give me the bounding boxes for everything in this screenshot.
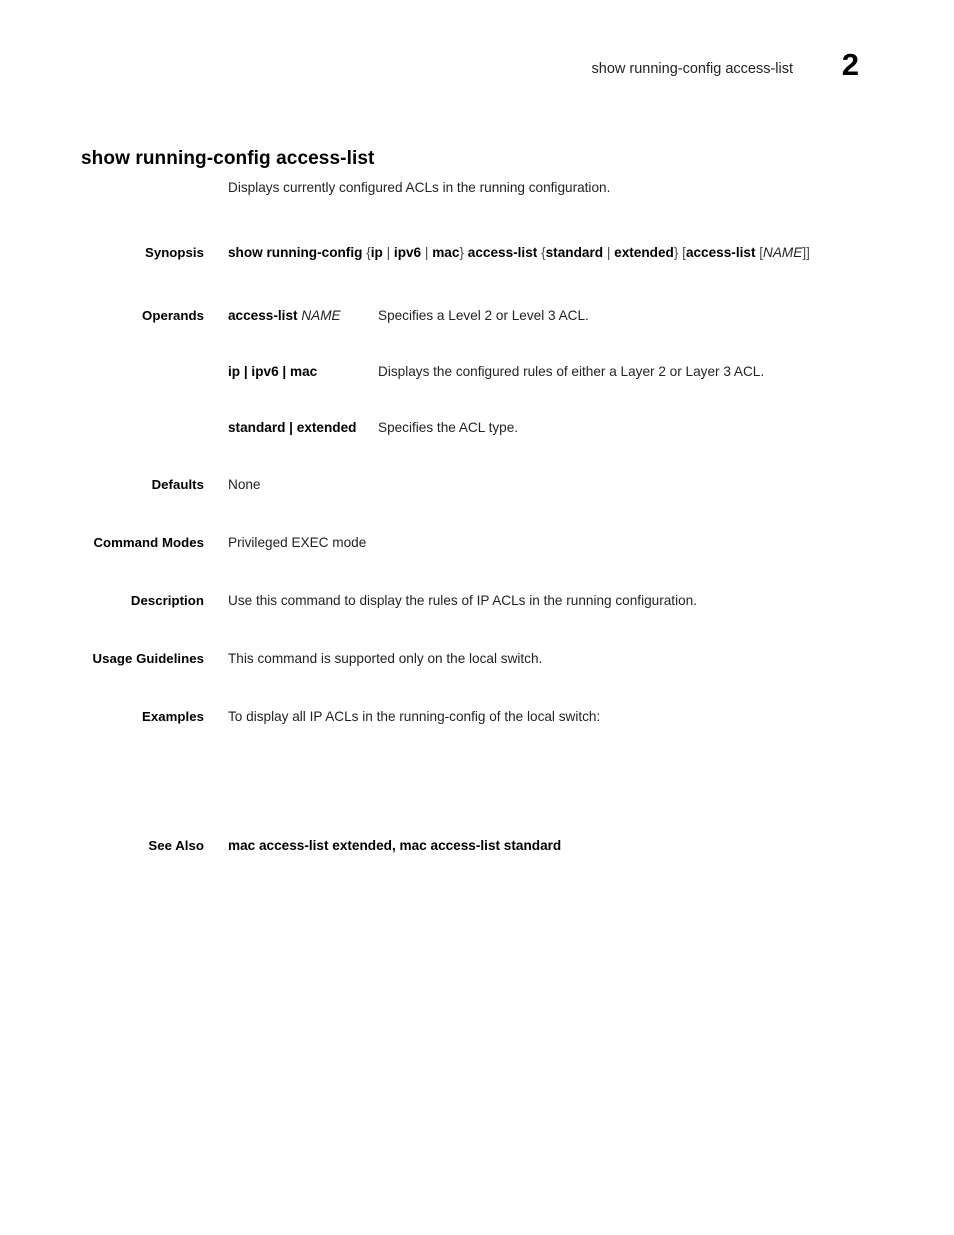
operand-description: Specifies a Level 2 or Level 3 ACL. [378, 308, 589, 323]
operand-term: access-list NAME [228, 306, 341, 325]
see-also-row: See Also mac access-list extended, mac a… [0, 836, 954, 865]
operand-term-variable: NAME [298, 308, 341, 323]
operand-item: access-list NAME Specifies a Level 2 or … [0, 306, 954, 334]
document-page: show running-config access-list 2 show r… [0, 0, 954, 1235]
running-header: show running-config access-list 2 [0, 47, 954, 100]
operand-term-variable-text: NAME [301, 308, 341, 323]
example-output-block [228, 736, 954, 836]
operand-term: ip | ipv6 | mac [228, 364, 318, 379]
command-intro-text: Displays currently configured ACLs in th… [228, 180, 611, 195]
description-value: Use this command to display the rules of… [228, 593, 697, 608]
synopsis-variable-name: NAME [763, 245, 803, 260]
synopsis-keyword-access-list: access-list [467, 245, 538, 260]
page-title: show running-config access-list [81, 147, 375, 169]
operand-description: Displays the configured rules of either … [378, 364, 765, 379]
description-row: Description Use this command to display … [0, 591, 954, 620]
operand-term-keyword: access-list [228, 308, 298, 323]
running-header-title: show running-config access-list [591, 61, 793, 77]
synopsis-keyword-ipv6: ipv6 [393, 245, 422, 260]
operand-item: standard | extended Specifies the ACL ty… [0, 418, 954, 446]
defaults-label: Defaults [151, 477, 204, 492]
examples-row: Examples To display all IP ACLs in the r… [0, 707, 954, 736]
usage-guidelines-label: Usage Guidelines [92, 651, 204, 666]
synopsis-keyword-mac: mac [432, 245, 460, 260]
synopsis-keyword-extended: extended [614, 245, 674, 260]
description-label: Description [130, 593, 204, 608]
synopsis-content: show running-config {ip | ipv6 | mac} ac… [228, 243, 954, 262]
synopsis-keyword-access-list-2: access-list [685, 245, 756, 260]
page-number: 2 [841, 47, 859, 82]
synopsis-command: show running-config [228, 245, 363, 260]
synopsis-label: Synopsis [144, 245, 204, 260]
command-modes-value: Privileged EXEC mode [228, 535, 367, 550]
usage-guidelines-value: This command is supported only on the lo… [228, 651, 543, 666]
synopsis-row: Synopsis show running-config {ip | ipv6 … [0, 243, 954, 272]
usage-guidelines-row: Usage Guidelines This command is support… [0, 649, 954, 678]
synopsis-keyword-ip: ip [370, 245, 383, 260]
examples-value: To display all IP ACLs in the running-co… [228, 709, 601, 724]
synopsis-keyword-standard: standard [545, 245, 604, 260]
operand-item: ip | ipv6 | mac Displays the configured … [0, 362, 954, 390]
command-reference-body: Displays currently configured ACLs in th… [0, 178, 954, 865]
synopsis-brackets-close: ]] [802, 245, 810, 260]
command-modes-label: Command Modes [93, 535, 204, 550]
defaults-value: None [228, 477, 261, 492]
command-modes-row: Command Modes Privileged EXEC mode [0, 533, 954, 562]
operands-row: Operands access-list NAME Specifies a Le… [0, 306, 954, 446]
intro-row: Displays currently configured ACLs in th… [0, 178, 954, 207]
see-also-value: mac access-list extended, mac access-lis… [228, 838, 562, 853]
operand-term: standard | extended [228, 420, 357, 435]
operand-description: Specifies the ACL type. [378, 420, 519, 435]
see-also-label: See Also [148, 838, 204, 853]
examples-label: Examples [142, 709, 204, 724]
defaults-row: Defaults None [0, 475, 954, 504]
